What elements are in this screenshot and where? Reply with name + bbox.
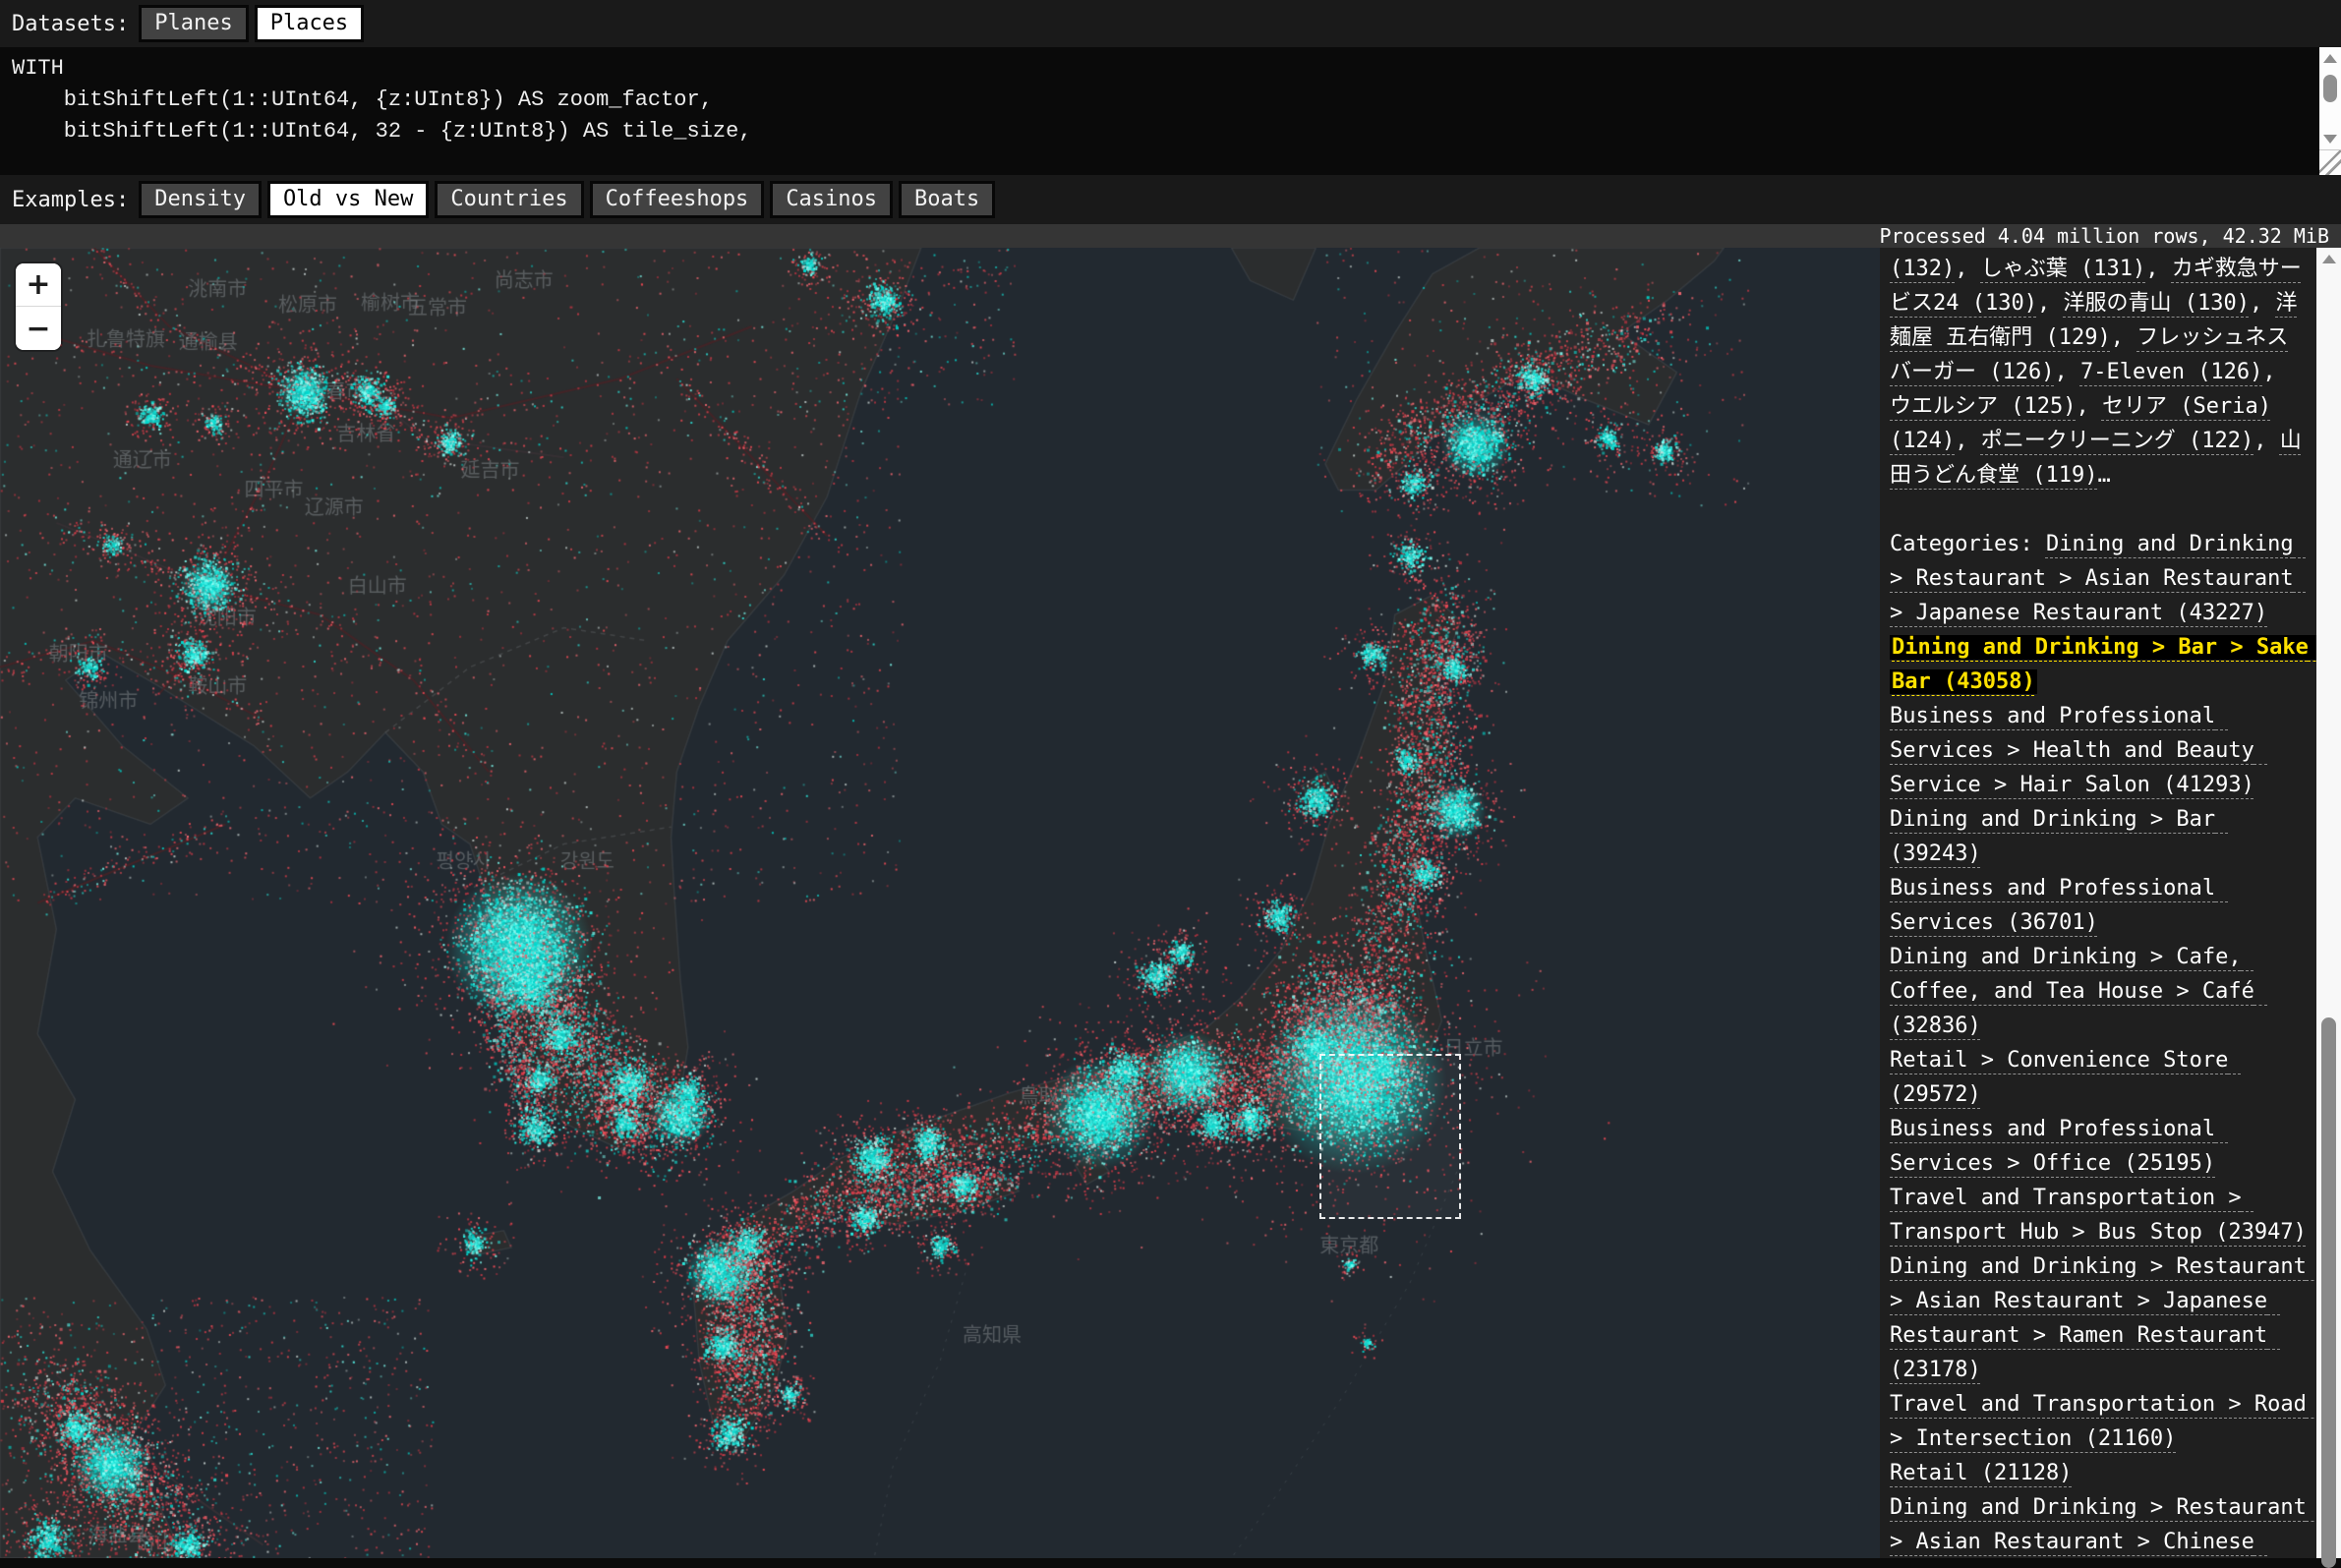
category-link[interactable]: Business and Professional Services (3670… (1890, 876, 2228, 935)
brand-link[interactable]: (132) (1890, 257, 1955, 281)
status-strip: Processed 4.04 million rows, 42.32 MiB (0, 224, 2341, 248)
brands-paragraph: (132), しゃぶ葉 (131), カギ救急サービス24 (130), 洋服の… (1890, 252, 2309, 493)
example-button-density[interactable]: Density (139, 181, 262, 218)
example-button-boats[interactable]: Boats (899, 181, 995, 218)
brand-link[interactable]: しゃぶ葉 (131) (1981, 257, 2145, 281)
map-canvas[interactable] (0, 248, 1880, 1558)
datasets-bar: Datasets: PlanesPlaces (0, 0, 2341, 47)
category-link[interactable]: Dining and Drinking > Restaurant > Asian… (1890, 1254, 2316, 1382)
map-selection-box (1319, 1054, 1461, 1219)
category-link[interactable]: Travel and Transportation > Road > Inter… (1890, 1392, 2316, 1451)
zoom-out-button[interactable]: − (16, 307, 61, 350)
categories-paragraph: Categories: Dining and Drinking > Restau… (1890, 527, 2309, 1558)
datasets-label: Datasets: (12, 12, 129, 36)
scroll-up-icon[interactable] (2322, 255, 2336, 263)
query-editor-block: WITH bitShiftLeft(1::UInt64, {z:UInt8}) … (0, 47, 2341, 175)
examples-bar: Examples: DensityOld vs NewCountriesCoff… (0, 175, 2341, 224)
main-row: + − (132), しゃぶ葉 (131), カギ救急サービス24 (130),… (0, 248, 2341, 1558)
examples-label: Examples: (12, 188, 129, 212)
brand-link[interactable]: 洋服の青山 (130) (2063, 291, 2249, 316)
example-button-old-vs-new[interactable]: Old vs New (267, 181, 429, 218)
query-editor-scrollbar[interactable] (2319, 47, 2341, 149)
category-link-highlighted[interactable]: Dining and Drinking > Bar > Sake Bar (43… (1890, 635, 2316, 694)
dataset-button-places[interactable]: Places (255, 5, 364, 42)
map-viewport[interactable]: + − (0, 248, 1880, 1558)
category-link[interactable]: Retail (21128) (1890, 1461, 2072, 1485)
category-link[interactable]: Dining and Drinking > Restaurant > Asian… (1890, 532, 2307, 625)
scroll-up-icon[interactable] (2323, 54, 2337, 63)
zoom-in-button[interactable]: + (16, 263, 61, 307)
resize-grip-icon[interactable] (2319, 149, 2341, 175)
dataset-button-planes[interactable]: Planes (139, 5, 248, 42)
brand-link[interactable]: 7-Eleven (126) (2080, 360, 2262, 384)
scroll-down-icon[interactable] (2323, 135, 2337, 144)
example-button-coffeeshops[interactable]: Coffeeshops (590, 181, 765, 218)
brand-link[interactable]: ウエルシア (125) (1890, 394, 2076, 419)
category-link[interactable]: Retail > Convenience Store (29572) (1890, 1048, 2242, 1107)
category-link[interactable]: Business and Professional Services > Off… (1890, 1117, 2228, 1176)
map-zoom-control: + − (16, 263, 61, 350)
status-text: Processed 4.04 million rows, 42.32 MiB (1879, 224, 2329, 248)
category-link[interactable]: Travel and Transportation > Transport Hu… (1890, 1186, 2307, 1245)
example-button-casinos[interactable]: Casinos (770, 181, 893, 218)
examples-toggle-group: DensityOld vs NewCountriesCoffeeshopsCas… (139, 181, 995, 218)
datasets-toggle-group: PlanesPlaces (139, 5, 364, 42)
sidebar-scrollbar[interactable] (2316, 248, 2341, 1558)
category-link[interactable]: Dining and Drinking > Restaurant > Asian… (1890, 1495, 2316, 1558)
query-editor[interactable]: WITH bitShiftLeft(1::UInt64, {z:UInt8}) … (0, 47, 2341, 153)
category-link[interactable]: Dining and Drinking > Bar (39243) (1890, 807, 2228, 866)
scrollbar-thumb[interactable] (2321, 1017, 2336, 1568)
example-button-countries[interactable]: Countries (435, 181, 583, 218)
scrollbar-thumb[interactable] (2323, 75, 2337, 102)
brand-link[interactable]: ポニークリーニング (122) (1981, 429, 2253, 453)
results-sidebar: (132), しゃぶ葉 (131), カギ救急サービス24 (130), 洋服の… (1880, 248, 2316, 1558)
category-link[interactable]: Dining and Drinking > Cafe, Coffee, and … (1890, 945, 2267, 1038)
category-link[interactable]: Business and Professional Services > Hea… (1890, 704, 2267, 797)
